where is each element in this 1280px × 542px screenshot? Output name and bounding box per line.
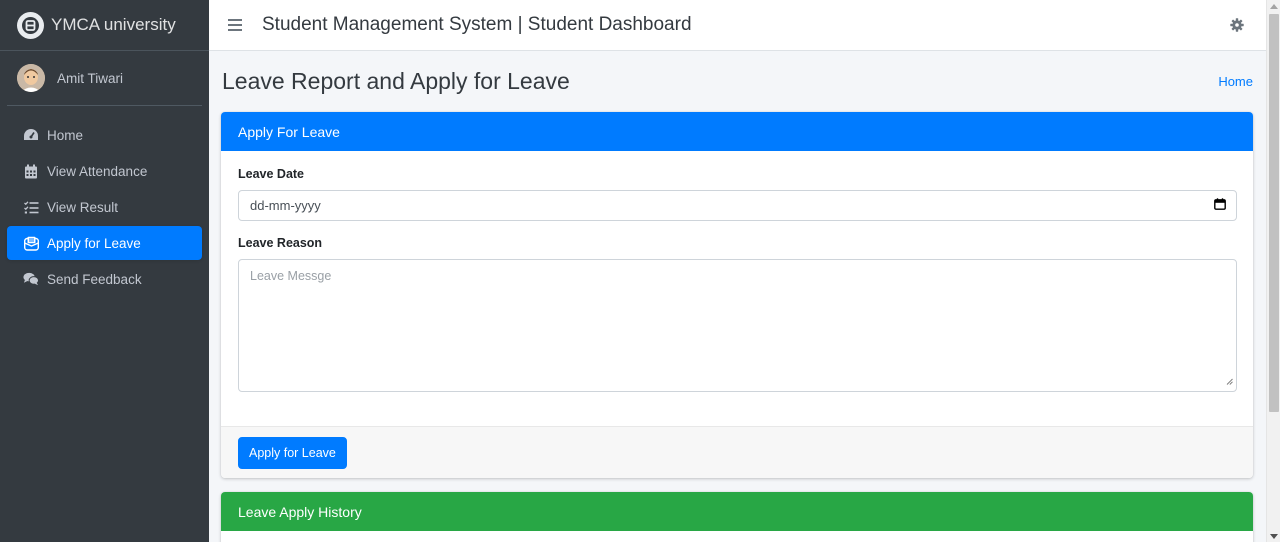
sidebar-item-label: Home: [47, 127, 84, 143]
app-title: Student Management System | Student Dash…: [262, 14, 692, 35]
apply-for-leave-button[interactable]: Apply for Leave: [238, 436, 347, 469]
sidebar-item-view-result[interactable]: View Result: [7, 190, 202, 224]
page-title: Leave Report and Apply for Leave: [222, 67, 570, 94]
leave-reason-textarea[interactable]: Leave Messge: [238, 259, 1237, 392]
brand-link[interactable]: YMCA university: [0, 0, 209, 51]
leave-reason-placeholder: Leave Messge: [250, 269, 332, 283]
brand-name: YMCA university: [51, 15, 176, 34]
sidebar-item-label: Send Feedback: [47, 271, 142, 287]
main-content: Leave Report and Apply for Leave Home Ap…: [209, 51, 1266, 542]
sidebar: YMCA university Amit Tiwari Home View At…: [0, 0, 209, 542]
sidebar-item-label: View Attendance: [47, 163, 148, 179]
apply-leave-card: Apply For Leave Leave Date dd-mm-yyyy Le…: [221, 112, 1253, 478]
content-header: Leave Report and Apply for Leave Home: [209, 51, 1266, 111]
leave-date-label: Leave Date: [238, 167, 305, 181]
top-navbar: Student Management System | Student Dash…: [209, 0, 1266, 51]
leave-date-placeholder: dd-mm-yyyy: [250, 198, 321, 213]
calendar-icon: [23, 163, 39, 179]
brand-logo-icon: [17, 11, 44, 39]
leave-date-input[interactable]: dd-mm-yyyy: [238, 190, 1237, 221]
gear-icon[interactable]: [1230, 18, 1244, 37]
sidebar-item-apply-for-leave[interactable]: Apply for Leave: [7, 226, 202, 260]
breadcrumb-home-link[interactable]: Home: [1218, 74, 1253, 89]
sidebar-item-label: View Result: [47, 199, 119, 215]
comments-icon: [23, 271, 39, 287]
envelope-open-icon: [23, 235, 39, 251]
leave-history-card-header: Leave Apply History: [221, 492, 1253, 531]
sidebar-item-home[interactable]: Home: [7, 118, 202, 152]
leave-reason-label: Leave Reason: [238, 236, 323, 250]
calendar-picker-icon[interactable]: [1214, 198, 1226, 213]
page-scrollbar[interactable]: [1266, 0, 1280, 542]
apply-leave-card-footer: Apply for Leave: [221, 426, 1253, 478]
scroll-up-arrow-icon[interactable]: [1270, 4, 1278, 9]
sidebar-nav: Home View Attendance View Result Apply f…: [0, 118, 209, 296]
avatar: [17, 64, 45, 92]
dashboard-icon: [23, 127, 39, 143]
apply-leave-card-header: Apply For Leave: [221, 112, 1253, 151]
user-panel[interactable]: Amit Tiwari: [7, 51, 202, 106]
list-check-icon: [23, 199, 39, 215]
user-name: Amit Tiwari: [57, 70, 124, 86]
sidebar-item-send-feedback[interactable]: Send Feedback: [7, 262, 202, 296]
scroll-down-arrow-icon[interactable]: [1270, 534, 1278, 539]
sidebar-item-label: Apply for Leave: [47, 235, 141, 251]
scrollbar-thumb[interactable]: [1269, 14, 1279, 412]
apply-leave-form: Leave Date dd-mm-yyyy Leave Reason Leave…: [221, 151, 1253, 392]
leave-history-card: Leave Apply History: [221, 492, 1253, 542]
resize-handle-icon[interactable]: [1226, 374, 1233, 388]
sidebar-item-view-attendance[interactable]: View Attendance: [7, 154, 202, 188]
menu-toggle-icon[interactable]: [228, 18, 242, 32]
